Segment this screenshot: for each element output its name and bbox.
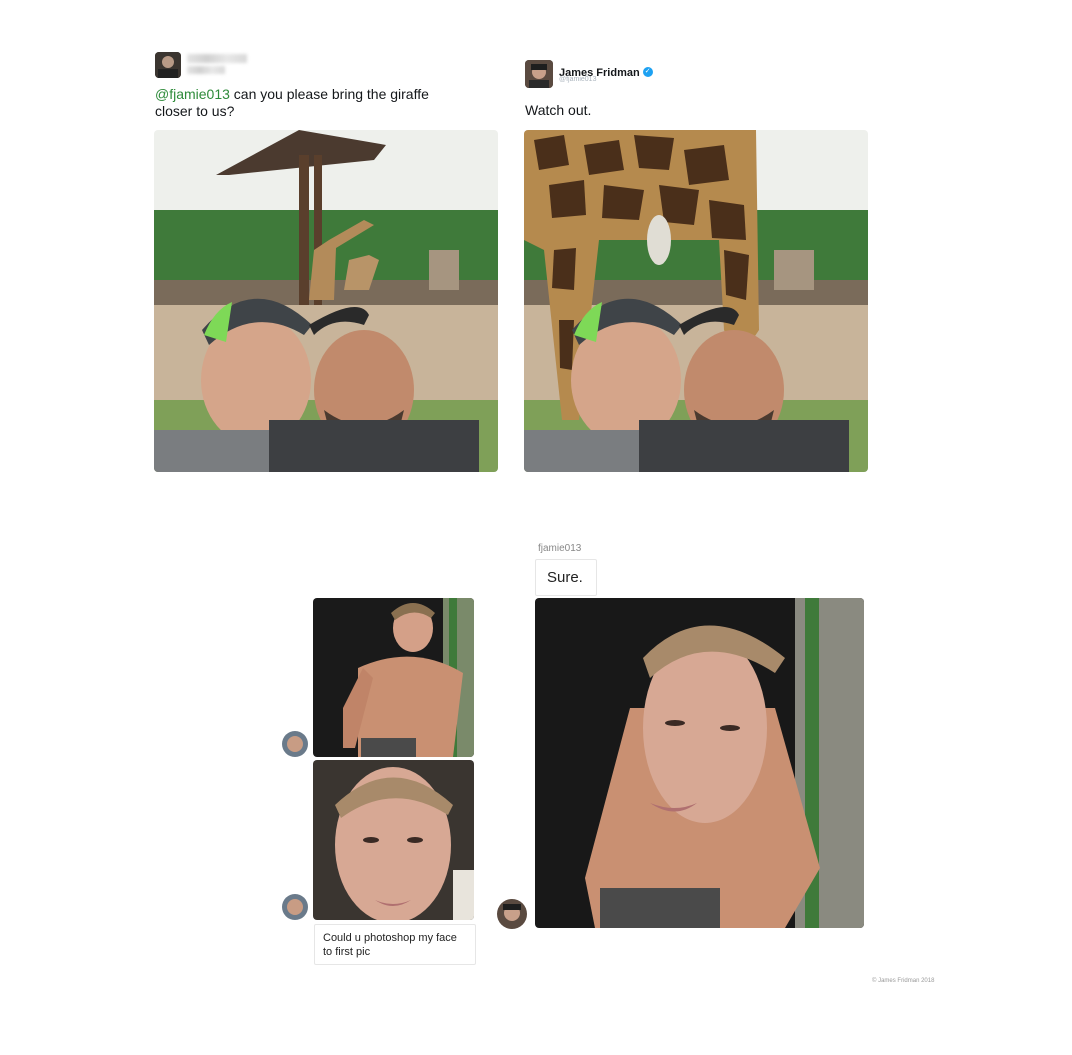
edited-giraffe-photo[interactable] bbox=[524, 130, 868, 472]
mention-link[interactable]: @fjamie013 bbox=[155, 86, 230, 102]
face-image bbox=[313, 760, 474, 920]
edited-face-photo[interactable] bbox=[535, 598, 864, 928]
edited-face-image bbox=[535, 598, 864, 928]
verified-badge-icon: ✓ bbox=[642, 66, 653, 77]
shirtless-image bbox=[313, 598, 474, 757]
request-message-bubble: Could u photoshop my face to first pic bbox=[314, 924, 476, 965]
redacted-username bbox=[187, 54, 247, 63]
dm-photo-face[interactable] bbox=[313, 760, 474, 920]
tweet-text: @fjamie013 can you please bring the gira… bbox=[155, 86, 455, 120]
sender-label: fjamie013 bbox=[538, 543, 582, 554]
request-message-text: Could u photoshop my face to first pic bbox=[323, 932, 457, 958]
sender-avatar[interactable] bbox=[282, 731, 308, 757]
user-avatar[interactable] bbox=[155, 52, 181, 78]
avatar-image bbox=[525, 60, 553, 88]
dm-photo-shirtless[interactable] bbox=[313, 598, 474, 757]
edited-image bbox=[524, 130, 868, 472]
redacted-handle bbox=[187, 66, 225, 74]
avatar-image bbox=[282, 731, 308, 757]
selfie-image bbox=[154, 130, 498, 472]
sender-avatar[interactable] bbox=[282, 894, 308, 920]
original-selfie-photo[interactable] bbox=[154, 130, 498, 472]
avatar-image bbox=[497, 899, 527, 929]
james-fridman-avatar[interactable] bbox=[497, 899, 527, 929]
reply-message-text: Sure. bbox=[547, 569, 583, 586]
copyright-text: © James Fridman 2018 bbox=[872, 978, 935, 984]
james-fridman-avatar[interactable] bbox=[525, 60, 553, 88]
reply-text: Watch out. bbox=[525, 102, 592, 118]
avatar-image bbox=[282, 894, 308, 920]
avatar-image bbox=[155, 52, 181, 78]
author-handle[interactable]: @fjamie013 bbox=[559, 76, 596, 83]
reply-message-bubble: Sure. bbox=[535, 559, 597, 596]
